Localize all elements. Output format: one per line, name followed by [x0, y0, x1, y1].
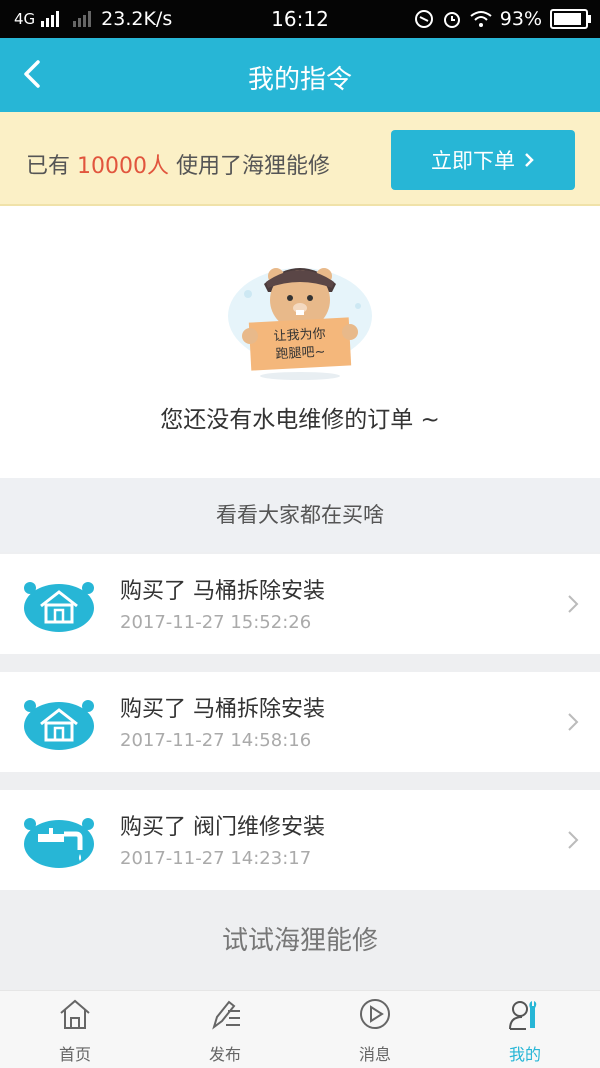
house-icon: [24, 582, 94, 632]
order-title: 购买了 马桶拆除安装: [120, 579, 325, 604]
house-icon: [24, 700, 94, 750]
list-item[interactable]: 购买了 马桶拆除安装 2017-11-27 14:58:16: [0, 672, 600, 772]
user-wrench-icon: [509, 1001, 537, 1030]
tab-label: 消息: [358, 1045, 391, 1064]
user-count: 10000人: [77, 154, 169, 179]
tab-label: 我的: [508, 1045, 541, 1064]
list-item[interactable]: 购买了 马桶拆除安装 2017-11-27 15:52:26: [0, 554, 600, 654]
do-not-disturb-icon: [414, 10, 433, 28]
chevron-right-icon: [568, 713, 579, 731]
order-time: 2017-11-27 15:52:26: [120, 612, 312, 633]
status-bar: 4G 23.2K/s 16:12 93%: [0, 0, 600, 38]
promo-banner: 已有 10000人 使用了海狸能修 立即下单: [0, 112, 600, 206]
section-heading: 看看大家都在买啥: [0, 478, 600, 552]
empty-message: 您还没有水电维修的订单 ~: [160, 407, 440, 433]
faucet-icon: [24, 818, 94, 868]
tab-label: 首页: [58, 1045, 91, 1064]
list-item[interactable]: 购买了 阀门维修安装 2017-11-27 14:23:17: [0, 790, 600, 890]
alarm-icon: [443, 12, 460, 28]
promo-suffix: 使用了海狸能修: [169, 154, 330, 179]
promo-prefix: 已有: [26, 154, 77, 179]
home-icon: [60, 999, 90, 1029]
tab-profile[interactable]: 我的: [450, 991, 600, 1068]
empty-state: 让我为你 跑腿吧~ 您还没有水电维修的订单 ~: [0, 206, 600, 478]
play-circle-icon: [360, 999, 390, 1029]
order-time: 2017-11-27 14:58:16: [120, 730, 312, 751]
chevron-right-icon: [568, 595, 579, 613]
section-title: 试试海狸能修: [221, 926, 378, 956]
edit-icon: [212, 1000, 240, 1030]
battery-percent: 93%: [499, 8, 542, 30]
tab-label: 发布: [208, 1045, 241, 1064]
order-time: 2017-11-27 14:23:17: [120, 848, 312, 869]
svg-text:让我为你: 让我为你: [273, 327, 326, 345]
beaver-mascot-illustration: 让我为你 跑腿吧~: [228, 268, 372, 380]
order-title: 购买了 阀门维修安装: [120, 815, 325, 840]
battery-icon: [550, 9, 591, 29]
order-title: 购买了 马桶拆除安装: [120, 697, 325, 722]
order-now-button[interactable]: 立即下单: [391, 130, 575, 190]
tab-bar: 首页 发布 消息 我的: [0, 990, 600, 1068]
chevron-right-icon: [568, 831, 579, 849]
tab-home[interactable]: 首页: [0, 991, 150, 1068]
svg-text:跑腿吧~: 跑腿吧~: [275, 345, 326, 363]
promo-text: 已有 10000人 使用了海狸能修: [26, 148, 330, 180]
order-now-label: 立即下单: [431, 149, 515, 173]
tab-messages[interactable]: 消息: [300, 991, 450, 1068]
page-title: 我的指令: [247, 65, 352, 95]
nav-bar: 我的指令: [0, 38, 600, 112]
tab-publish[interactable]: 发布: [150, 991, 300, 1068]
wifi-icon: [470, 11, 492, 27]
chevron-right-icon: [525, 153, 534, 167]
